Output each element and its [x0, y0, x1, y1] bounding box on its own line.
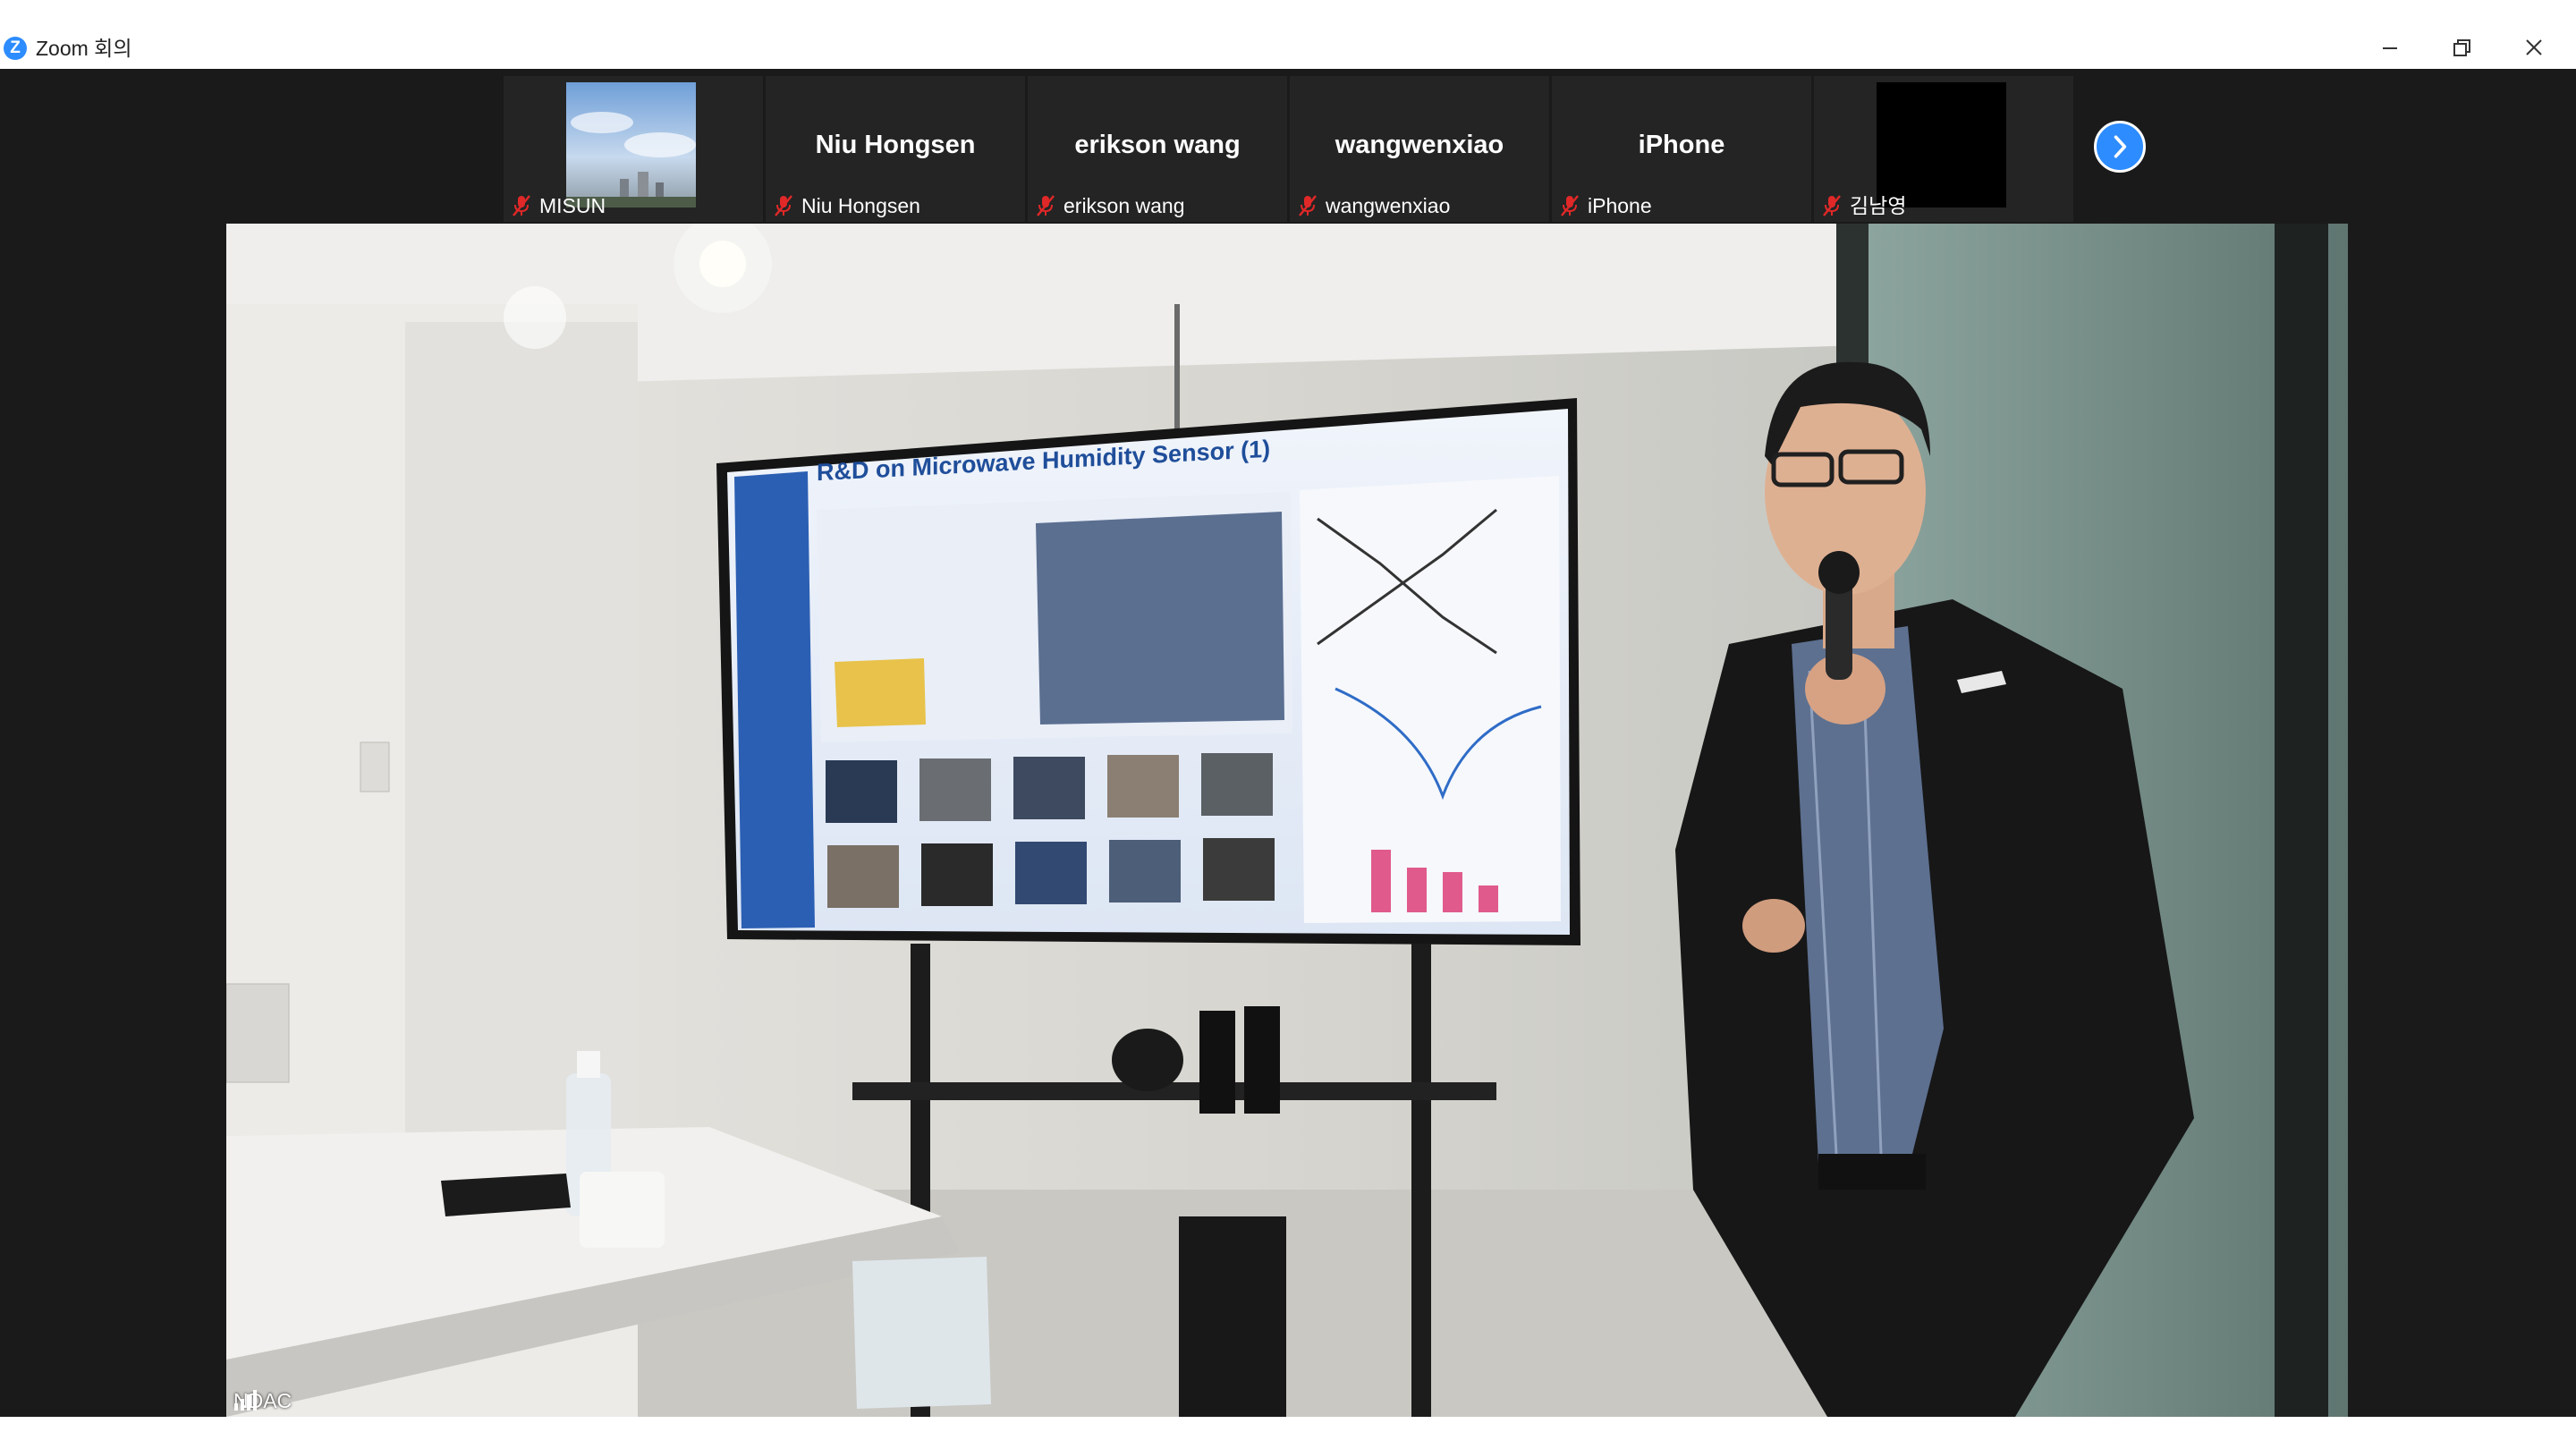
mic-muted-icon: [1037, 195, 1055, 216]
participant-tile-misun[interactable]: MISUN: [504, 76, 763, 222]
participant-tile-erikson[interactable]: erikson wang erikson wang: [1028, 76, 1287, 222]
mic-muted-icon: [1561, 195, 1579, 216]
participant-tile-wangwenxiao[interactable]: wangwenxiao wangwenxiao: [1290, 76, 1549, 222]
participant-label-iphone: iPhone: [1559, 193, 1652, 218]
zoom-app-icon: Z: [4, 37, 27, 60]
mic-muted-icon: [775, 195, 792, 216]
window-title: Zoom 회의: [36, 37, 132, 60]
participant-tile-niu[interactable]: Niu Hongsen Niu Hongsen: [766, 76, 1025, 222]
participant-display-name: erikson wang: [1074, 131, 1241, 159]
next-page-button[interactable]: [2094, 121, 2146, 173]
minimize-button[interactable]: [2367, 27, 2411, 68]
minimize-icon: [2383, 47, 2397, 49]
active-speaker-video[interactable]: R&D on Microwave Humidity Sensor (1) NDA…: [226, 224, 2348, 1417]
close-button[interactable]: [2512, 27, 2556, 68]
participant-video-misun: [566, 82, 696, 208]
close-icon: [2526, 39, 2542, 55]
participant-name: iPhone: [1588, 194, 1652, 217]
window-titlebar: Z Zoom 회의: [0, 0, 2576, 69]
participant-display-name: Niu Hongsen: [815, 131, 976, 159]
participant-label-kim: 김남영: [1821, 193, 1906, 218]
mic-muted-icon: [1823, 195, 1841, 216]
participant-label-erikson: erikson wang: [1035, 193, 1185, 218]
mic-muted-icon: [1299, 195, 1317, 216]
participant-tile-iphone[interactable]: iPhone iPhone: [1552, 76, 1811, 222]
active-speaker-label: NDAC: [233, 1389, 292, 1413]
window-bottom-edge: [0, 1417, 2576, 1449]
mic-muted-icon: [513, 195, 530, 216]
signal-bars-icon: [234, 1390, 257, 1411]
participant-name: erikson wang: [1063, 194, 1185, 217]
participant-name: MISUN: [539, 194, 606, 217]
participant-name: wangwenxiao: [1326, 194, 1451, 217]
participant-display-name: iPhone: [1638, 131, 1725, 159]
participant-label-niu: Niu Hongsen: [773, 193, 920, 218]
participant-tile-kim[interactable]: 김남영: [1814, 76, 2073, 222]
chevron-right-icon: [2114, 135, 2127, 158]
participant-name: Niu Hongsen: [801, 194, 920, 217]
participant-name: 김남영: [1850, 194, 1907, 217]
restore-icon: [2453, 39, 2470, 56]
participant-display-name: wangwenxiao: [1335, 131, 1504, 159]
restore-button[interactable]: [2438, 27, 2483, 68]
participant-video-kim: [1877, 82, 2006, 208]
participant-label-wangwenxiao: wangwenxiao: [1297, 193, 1450, 218]
speaker-video-scene: [226, 224, 2348, 1417]
participant-label-misun: MISUN: [511, 193, 606, 218]
